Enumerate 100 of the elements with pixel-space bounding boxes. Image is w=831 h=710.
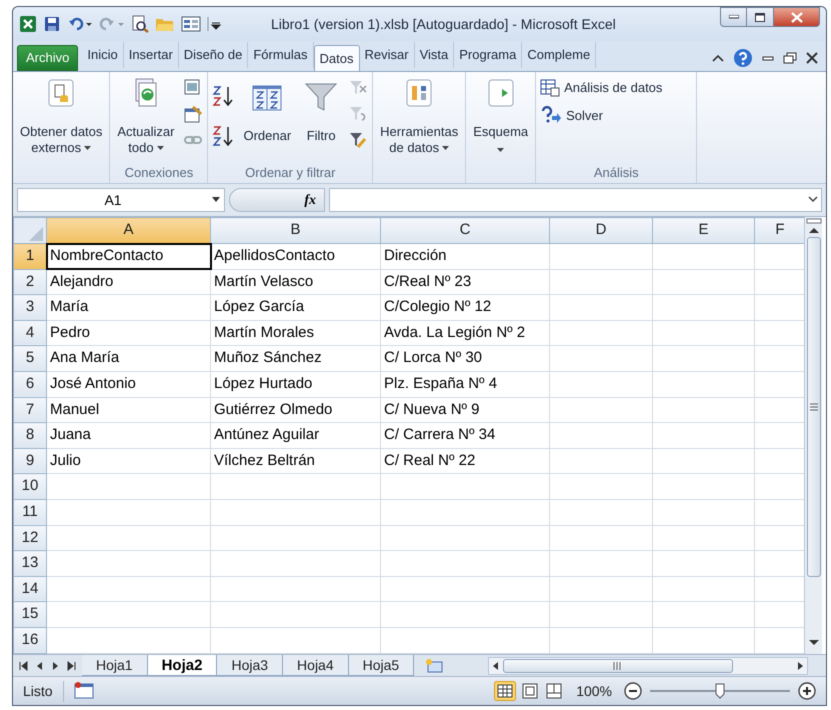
- formula-input[interactable]: [329, 188, 822, 212]
- table-cell: López Hurtado: [210, 371, 380, 398]
- close-button[interactable]: [774, 7, 820, 27]
- table-cell: ApellidosContacto: [210, 244, 380, 270]
- row-header[interactable]: 16: [14, 627, 46, 653]
- sheet-tab[interactable]: Hoja2: [148, 654, 218, 676]
- status-text: Listo: [13, 680, 64, 702]
- table-cell: María: [46, 294, 210, 320]
- table-cell: Martín Velasco: [210, 269, 380, 295]
- column-header[interactable]: E: [652, 218, 754, 244]
- sheet-tab[interactable]: Hoja3: [217, 654, 284, 676]
- ribbon-tab[interactable]: Vista: [414, 42, 454, 68]
- last-sheet-icon[interactable]: [67, 660, 76, 670]
- page-break-icon[interactable]: [544, 681, 564, 701]
- column-header[interactable]: B: [210, 218, 380, 244]
- row-header[interactable]: 2: [14, 269, 46, 295]
- maximize-button[interactable]: [747, 7, 774, 27]
- row-header[interactable]: 8: [14, 422, 46, 448]
- row-header[interactable]: 10: [14, 474, 46, 500]
- table-cell: Ana María: [46, 346, 210, 372]
- zoom-in-icon[interactable]: [798, 682, 816, 700]
- table-cell: López García: [210, 294, 380, 320]
- first-sheet-icon[interactable]: [19, 660, 28, 670]
- close-icon[interactable]: [806, 52, 818, 64]
- column-header[interactable]: F: [754, 218, 804, 244]
- sheet-tab[interactable]: Hoja4: [283, 654, 349, 676]
- collapse-ribbon-icon[interactable]: [712, 53, 724, 63]
- table-cell: C/Real Nº 23: [380, 269, 550, 295]
- scroll-down-icon: [806, 638, 820, 648]
- sort-descending-icon[interactable]: [212, 124, 234, 148]
- normal-view-icon[interactable]: [494, 681, 516, 701]
- row-header[interactable]: 5: [14, 346, 46, 372]
- row-header[interactable]: 4: [14, 320, 46, 346]
- table-cell: Vílchez Beltrán: [210, 448, 380, 474]
- excel-logo-icon[interactable]: [19, 15, 37, 33]
- row-header[interactable]: 3: [14, 294, 46, 320]
- macro-record-icon[interactable]: [72, 681, 96, 701]
- print-preview-icon[interactable]: [131, 15, 149, 33]
- ribbon-tab[interactable]: Programa: [454, 42, 522, 68]
- file-tab[interactable]: Archivo: [17, 45, 78, 71]
- form-icon[interactable]: [181, 15, 201, 33]
- row-header[interactable]: 6: [14, 371, 46, 398]
- advanced-filter-icon[interactable]: [348, 130, 368, 150]
- page-layout-icon[interactable]: [520, 681, 540, 701]
- ribbon-tab[interactable]: Insertar: [124, 42, 179, 68]
- next-sheet-icon[interactable]: [51, 660, 60, 670]
- table-cell: Muñoz Sánchez: [210, 346, 380, 372]
- insert-function-button[interactable]: fx: [229, 188, 325, 212]
- table-cell: Martín Morales: [210, 320, 380, 346]
- minimize-button[interactable]: [720, 7, 747, 27]
- ribbon-button[interactable]: Herramientas de datos: [377, 76, 462, 163]
- window-title: Libro1 (version 1).xlsb [Autoguardado] - Microsoft Excel: [271, 14, 616, 34]
- ribbon-tab[interactable]: Diseño de: [178, 42, 248, 68]
- undo-icon[interactable]: [67, 15, 93, 33]
- row-header[interactable]: 12: [14, 525, 46, 551]
- customize-dropdown-icon[interactable]: [207, 15, 221, 33]
- table-cell: NombreContacto: [46, 244, 210, 270]
- table-cell: C/ Nueva Nº 9: [380, 397, 550, 423]
- ribbon-tab[interactable]: Datos: [314, 45, 360, 71]
- row-header[interactable]: 14: [14, 576, 46, 602]
- save-icon[interactable]: [43, 15, 61, 33]
- ribbon-tab[interactable]: Inicio: [82, 42, 124, 68]
- prev-sheet-icon[interactable]: [35, 660, 44, 670]
- ribbon-button[interactable]: Obtener datos externos: [17, 76, 106, 163]
- column-header[interactable]: C: [380, 218, 550, 244]
- row-header[interactable]: 1: [14, 244, 46, 270]
- ribbon-button[interactable]: Ordenar: [240, 76, 294, 163]
- sort-ascending-icon[interactable]: [212, 84, 234, 108]
- row-header[interactable]: 15: [14, 602, 46, 628]
- ribbon-tab[interactable]: Compleme: [522, 42, 596, 68]
- row-header[interactable]: 13: [14, 550, 46, 576]
- table-cell: Gutiérrez Olmedo: [210, 397, 380, 423]
- help-icon[interactable]: [733, 48, 753, 68]
- ribbon-button[interactable]: Solver: [540, 106, 662, 125]
- column-header[interactable]: D: [550, 218, 652, 244]
- zoom-out-icon[interactable]: [624, 682, 642, 700]
- name-box[interactable]: A1: [17, 188, 225, 212]
- ribbon-tab[interactable]: Revisar: [360, 42, 415, 68]
- vertical-scrollbar[interactable]: [804, 217, 822, 654]
- ribbon-button[interactable]: Análisis de datos: [540, 78, 662, 98]
- column-header[interactable]: A: [46, 218, 210, 244]
- sheet-tab[interactable]: Hoja1: [82, 654, 148, 676]
- horizontal-scrollbar[interactable]: [488, 656, 808, 674]
- group-label: Análisis: [594, 164, 639, 182]
- table-cell: C/ Carrera Nº 34: [380, 422, 550, 448]
- restore-icon[interactable]: [783, 52, 797, 64]
- row-header[interactable]: 9: [14, 448, 46, 474]
- sheet-tab[interactable]: Hoja5: [348, 654, 414, 676]
- ribbon-button[interactable]: Actualizar todo: [114, 76, 178, 163]
- group-label: Ordenar y filtrar: [245, 164, 336, 182]
- row-header[interactable]: 7: [14, 397, 46, 423]
- properties-icon[interactable]: [183, 104, 204, 124]
- question-arrow-icon: [540, 106, 562, 124]
- maximize-icon: [755, 12, 765, 22]
- zoom-slider-thumb[interactable]: [715, 683, 725, 699]
- ribbon-button[interactable]: Filtro: [300, 76, 342, 163]
- corner-triangle-icon: [29, 227, 43, 241]
- row-header[interactable]: 11: [14, 499, 46, 526]
- scroll-up-icon: [806, 225, 820, 235]
- ribbon-button[interactable]: Esquema: [470, 76, 532, 163]
